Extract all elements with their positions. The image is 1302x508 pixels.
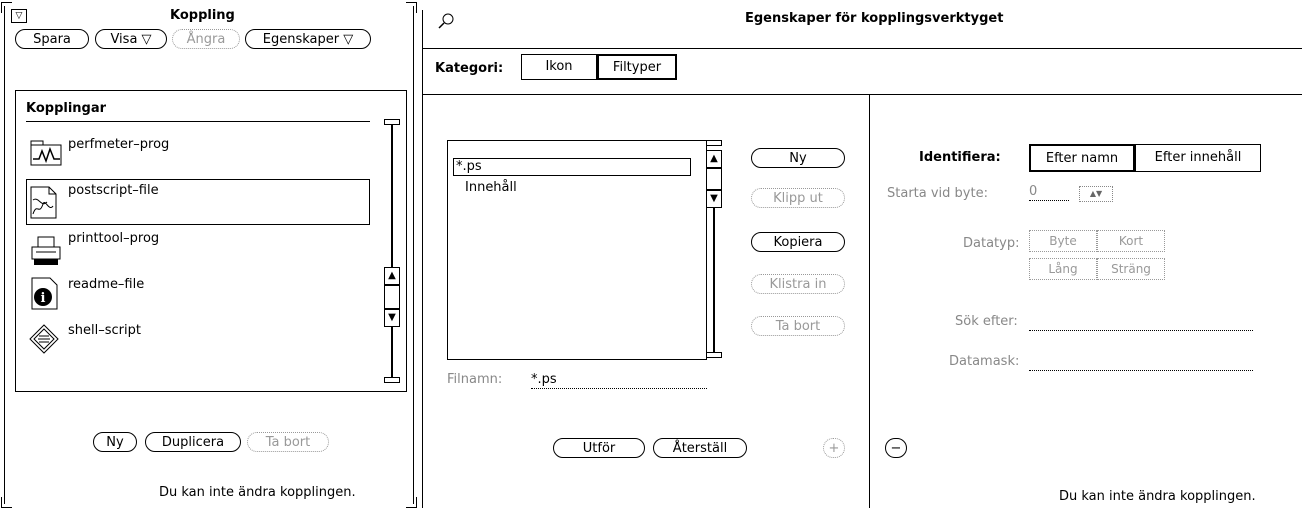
starta-stepper[interactable]: ▲▼	[1079, 186, 1113, 202]
klipp-ut-button[interactable]: Klipp ut	[751, 188, 845, 208]
sok-efter-label: Sök efter:	[955, 314, 1018, 329]
tab-filtyper[interactable]: Filtyper	[597, 54, 677, 80]
list-item-selected[interactable]: *.ps	[453, 158, 691, 176]
starta-label: Starta vid byte:	[887, 186, 988, 201]
svg-text:i: i	[41, 291, 46, 306]
scroll-down-button[interactable]: ▼	[706, 190, 722, 208]
shell-script-icon	[29, 324, 59, 354]
window-title: Koppling	[170, 8, 235, 23]
list-item[interactable]: Innehåll	[465, 180, 517, 195]
panel-divider	[423, 94, 1302, 95]
list-item[interactable]: i readme–file	[26, 273, 370, 319]
pattern-label: *.ps	[456, 159, 482, 174]
visa-menu-button[interactable]: Visa ▽	[95, 29, 167, 49]
left-window: ▽ Koppling Spara Visa ▽ Ångra Egenskaper…	[1, 2, 417, 508]
list-item-label: postscript–file	[68, 183, 159, 198]
window-corner	[1, 497, 12, 508]
ny-button[interactable]: Ny	[93, 432, 137, 452]
kopiera-button[interactable]: Kopiera	[751, 232, 845, 252]
list-scrollbar[interactable]: ▲ ▼	[380, 119, 402, 383]
ta-bort-button[interactable]: Ta bort	[751, 316, 845, 336]
pattern-scrollbar[interactable]: ▲ ▼	[705, 140, 727, 358]
perfmeter-icon	[30, 140, 62, 166]
identifiera-label: Identifiera:	[919, 150, 1001, 165]
ta-bort-button[interactable]: Ta bort	[247, 432, 329, 452]
ny-button[interactable]: Ny	[751, 148, 845, 168]
kategori-label: Kategori:	[435, 61, 504, 76]
list-item-label: readme–file	[68, 277, 145, 292]
datamask-label: Datamask:	[949, 354, 1020, 369]
list-item-label: perfmeter–prog	[68, 137, 170, 152]
utfor-button[interactable]: Utför	[553, 438, 645, 458]
identifiera-efter-innehall[interactable]: Efter innehåll	[1135, 144, 1261, 172]
remove-pattern-button[interactable]: −	[885, 438, 907, 458]
egenskaper-menu-button[interactable]: Egenskaper ▽	[245, 29, 371, 49]
identifiera-efter-namn[interactable]: Efter namn	[1029, 144, 1135, 172]
window-menu-button[interactable]: ▽	[11, 9, 27, 23]
starta-value: 0	[1029, 184, 1038, 199]
datatyp-byte[interactable]: Byte	[1029, 230, 1097, 252]
scroll-down-button[interactable]: ▼	[384, 309, 400, 327]
window-corner	[406, 2, 417, 13]
filnamn-field[interactable]: *.ps	[531, 372, 707, 389]
panel-divider-vertical	[869, 94, 870, 508]
list-item[interactable]: shell–script	[26, 319, 370, 365]
status-message: Du kan inte ändra kopplingen.	[159, 485, 356, 500]
window-corner	[406, 497, 417, 508]
klistra-in-button[interactable]: Klistra in	[751, 274, 845, 294]
pushpin-icon[interactable]	[437, 12, 455, 30]
scroll-up-button[interactable]: ▲	[384, 267, 400, 285]
add-pattern-button[interactable]: +	[823, 438, 845, 458]
sok-efter-field[interactable]	[1029, 314, 1253, 331]
datamask-field[interactable]	[1029, 354, 1253, 371]
status-message: Du kan inte ändra kopplingen.	[1059, 489, 1256, 504]
filnamn-value: *.ps	[531, 372, 557, 387]
starta-field[interactable]: 0	[1029, 184, 1069, 201]
datatyp-strang[interactable]: Sträng	[1097, 258, 1165, 280]
scroll-up-button[interactable]: ▲	[706, 150, 722, 168]
list-item-label: shell–script	[68, 323, 141, 338]
tab-ikon[interactable]: Ikon	[521, 54, 597, 80]
info-icon: i	[31, 277, 58, 310]
datatyp-label: Datatyp:	[963, 236, 1020, 251]
list-title-underline	[26, 121, 370, 122]
list-title: Kopplingar	[26, 101, 107, 116]
scroll-elevator[interactable]	[706, 168, 722, 190]
postscript-icon	[30, 186, 57, 219]
list-item[interactable]: printtool–prog	[26, 227, 370, 273]
right-window: Egenskaper för kopplingsverktyget Katego…	[422, 10, 1302, 508]
angra-button[interactable]: Ångra	[172, 29, 240, 49]
aterstall-button[interactable]: Återställ	[653, 438, 747, 458]
list-item-label: printtool–prog	[68, 231, 160, 246]
printer-icon	[31, 236, 61, 265]
spara-button[interactable]: Spara	[15, 29, 89, 49]
kopplingar-panel: Kopplingar perfmeter–prog postscript–fil…	[15, 90, 407, 392]
datatyp-lang[interactable]: Lång	[1029, 258, 1097, 280]
list-item[interactable]: perfmeter–prog	[26, 131, 370, 177]
window-title: Egenskaper för kopplingsverktyget	[745, 11, 1004, 26]
duplicera-button[interactable]: Duplicera	[145, 432, 241, 452]
filnamn-label: Filnamn:	[447, 372, 503, 387]
datatyp-kort[interactable]: Kort	[1097, 230, 1165, 252]
title-bar: Egenskaper för kopplingsverktyget	[423, 10, 1302, 49]
list-item-selected[interactable]: postscript–file	[26, 179, 370, 225]
scroll-elevator[interactable]	[384, 285, 400, 309]
